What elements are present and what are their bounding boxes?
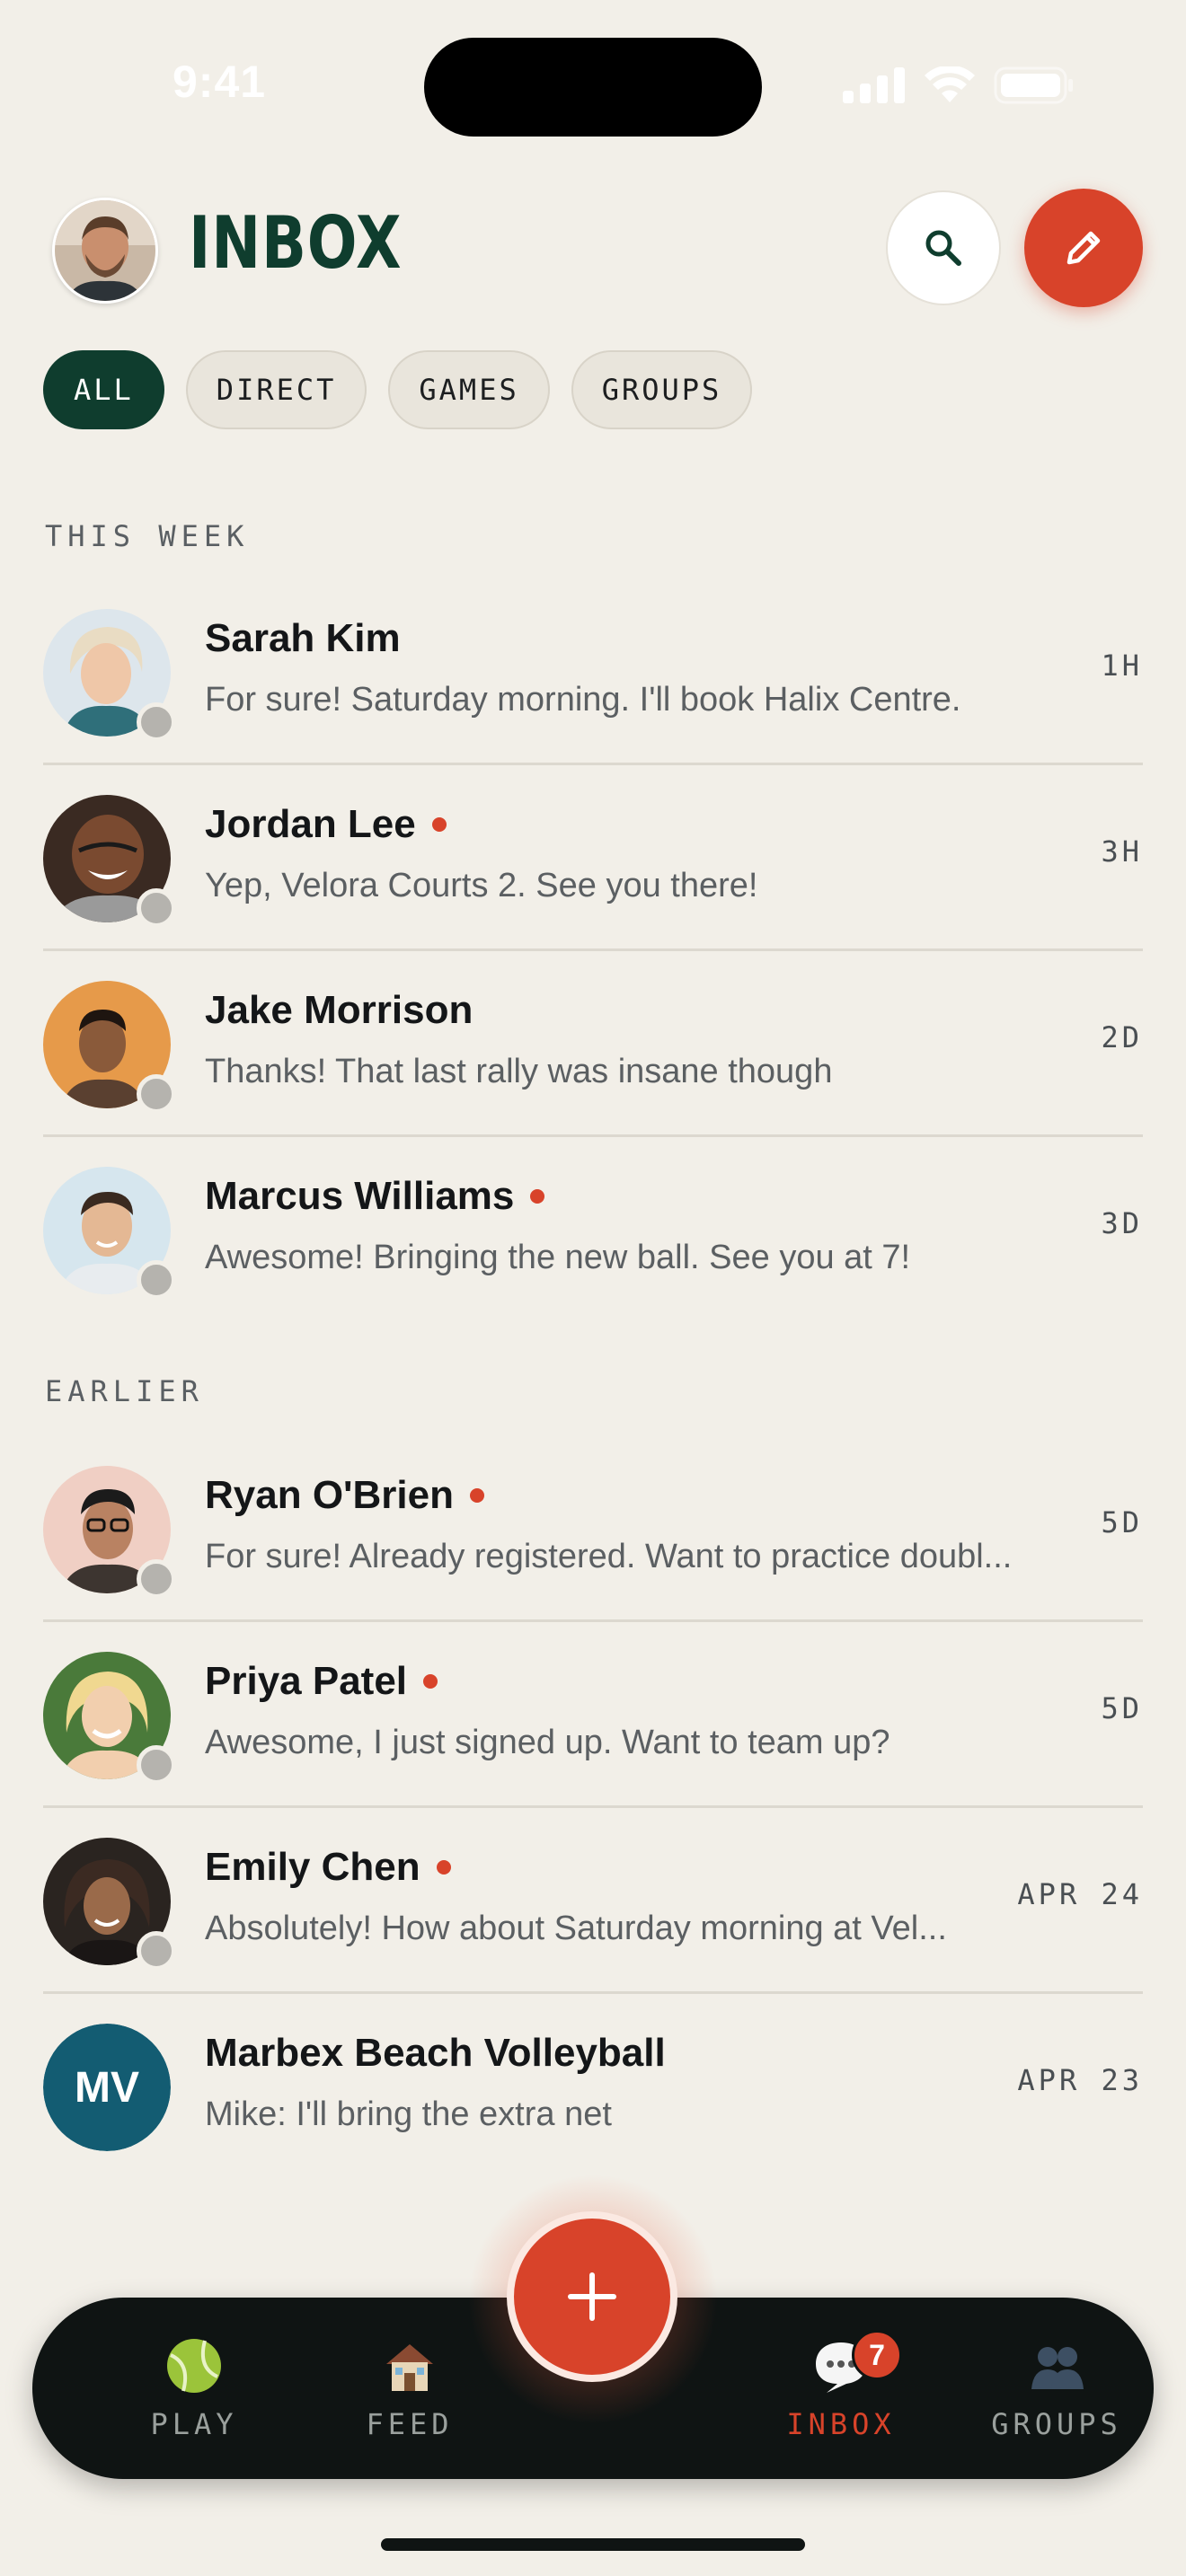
tab-feed[interactable]: FEED [320, 2337, 500, 2441]
contact-name: Marcus Williams [205, 1174, 545, 1219]
conversation-row[interactable]: Sarah Kim For sure! Saturday morning. I'… [43, 580, 1143, 765]
battery-icon [994, 66, 1073, 104]
status-icons [843, 66, 1075, 104]
message-preview: Mike: I'll bring the extra net [205, 2095, 612, 2133]
tab-label: INBOX [786, 2407, 896, 2441]
presence-indicator [137, 1931, 176, 1971]
message-preview: Awesome, I just signed up. Want to team … [205, 1724, 890, 1761]
create-button[interactable] [507, 2211, 677, 2382]
presence-indicator [137, 1745, 176, 1785]
message-time: 2D [1101, 1020, 1143, 1054]
tab-label: PLAY [150, 2407, 238, 2441]
conversation-row[interactable]: Ryan O'Brien For sure! Already registere… [43, 1437, 1143, 1622]
contact-name: Jake Morrison [205, 988, 474, 1032]
conversation-row[interactable]: Jake Morrison Thanks! That last rally wa… [43, 952, 1143, 1137]
conversation-row[interactable]: MV Marbex Beach Volleyball Mike: I'll br… [43, 1995, 1143, 2180]
conversation-row[interactable]: Emily Chen Absolutely! How about Saturda… [43, 1809, 1143, 1994]
presence-indicator [137, 1559, 176, 1599]
house-icon [320, 2337, 500, 2395]
tab-groups[interactable]: GROUPS [967, 2337, 1146, 2441]
group-initials: MV [43, 2024, 171, 2151]
tennis-ball-icon [104, 2337, 284, 2395]
search-icon [925, 230, 961, 266]
section-label-earlier: EARLIER [45, 1374, 204, 1408]
divider [43, 1805, 1143, 1808]
pencil-icon [1067, 231, 1101, 265]
message-preview: Awesome! Bringing the new ball. See you … [205, 1239, 911, 1276]
page-title: INBOX [189, 201, 403, 285]
unread-dot [530, 1189, 545, 1204]
profile-avatar[interactable] [52, 198, 158, 304]
unread-dot [469, 1488, 484, 1503]
divider [43, 948, 1143, 951]
filter-chips: ALL DIRECT GAMES GROUPS [43, 350, 753, 429]
unread-dot [423, 1674, 438, 1689]
contact-name: Jordan Lee [205, 802, 447, 847]
message-time: 1H [1101, 648, 1143, 683]
contact-name: Ryan O'Brien [205, 1473, 484, 1518]
tab-inbox[interactable]: 7 INBOX [751, 2330, 931, 2441]
speech-bubble-icon [751, 2337, 931, 2395]
divider [43, 763, 1143, 765]
tab-play[interactable]: PLAY [104, 2337, 284, 2441]
filter-chip-groups[interactable]: GROUPS [571, 350, 753, 429]
tab-label: FEED [366, 2407, 454, 2441]
presence-indicator [137, 1074, 176, 1114]
conversation-row[interactable]: Marcus Williams Awesome! Bringing the ne… [43, 1138, 1143, 1323]
group-avatar: MV [43, 2024, 171, 2151]
tab-label: GROUPS [991, 2407, 1122, 2441]
status-time: 9:41 [173, 57, 267, 107]
people-icon [967, 2337, 1146, 2395]
wifi-icon [925, 66, 975, 102]
divider [43, 1134, 1143, 1137]
signal-icon [843, 67, 905, 103]
divider [43, 1991, 1143, 1994]
filter-chip-games[interactable]: GAMES [388, 350, 550, 429]
compose-button[interactable] [1024, 189, 1143, 307]
divider [43, 1619, 1143, 1622]
search-button[interactable] [886, 190, 1001, 305]
message-time: APR 24 [1017, 1877, 1143, 1911]
group-name: Marbex Beach Volleyball [205, 2031, 666, 2075]
conversation-row[interactable]: Priya Patel Awesome, I just signed up. W… [43, 1623, 1143, 1808]
message-preview: For sure! Saturday morning. I'll book Ha… [205, 681, 961, 719]
contact-name: Priya Patel [205, 1659, 438, 1704]
message-time: 5D [1101, 1691, 1143, 1725]
presence-indicator [137, 888, 176, 928]
conversation-row[interactable]: Jordan Lee Yep, Velora Courts 2. See you… [43, 766, 1143, 951]
message-time: 5D [1101, 1505, 1143, 1539]
presence-indicator [137, 702, 176, 742]
unread-dot [436, 1860, 451, 1875]
dynamic-island [424, 38, 762, 137]
filter-chip-direct[interactable]: DIRECT [185, 350, 367, 429]
section-label-this-week: THIS WEEK [45, 519, 250, 553]
message-preview: Absolutely! How about Saturday morning a… [205, 1910, 947, 1947]
unread-badge: 7 [852, 2330, 902, 2380]
message-preview: Thanks! That last rally was insane thoug… [205, 1053, 833, 1090]
filter-chip-all[interactable]: ALL [43, 350, 164, 429]
home-indicator [381, 2538, 805, 2551]
message-time: 3H [1101, 834, 1143, 869]
presence-indicator [137, 1260, 176, 1300]
unread-dot [431, 817, 447, 832]
message-preview: For sure! Already registered. Want to pr… [205, 1538, 1013, 1575]
contact-name: Sarah Kim [205, 616, 401, 660]
message-time: 3D [1101, 1206, 1143, 1240]
plus-icon [568, 2272, 616, 2321]
message-preview: Yep, Velora Courts 2. See you there! [205, 867, 758, 904]
message-time: APR 23 [1017, 2063, 1143, 2097]
contact-name: Emily Chen [205, 1845, 451, 1890]
